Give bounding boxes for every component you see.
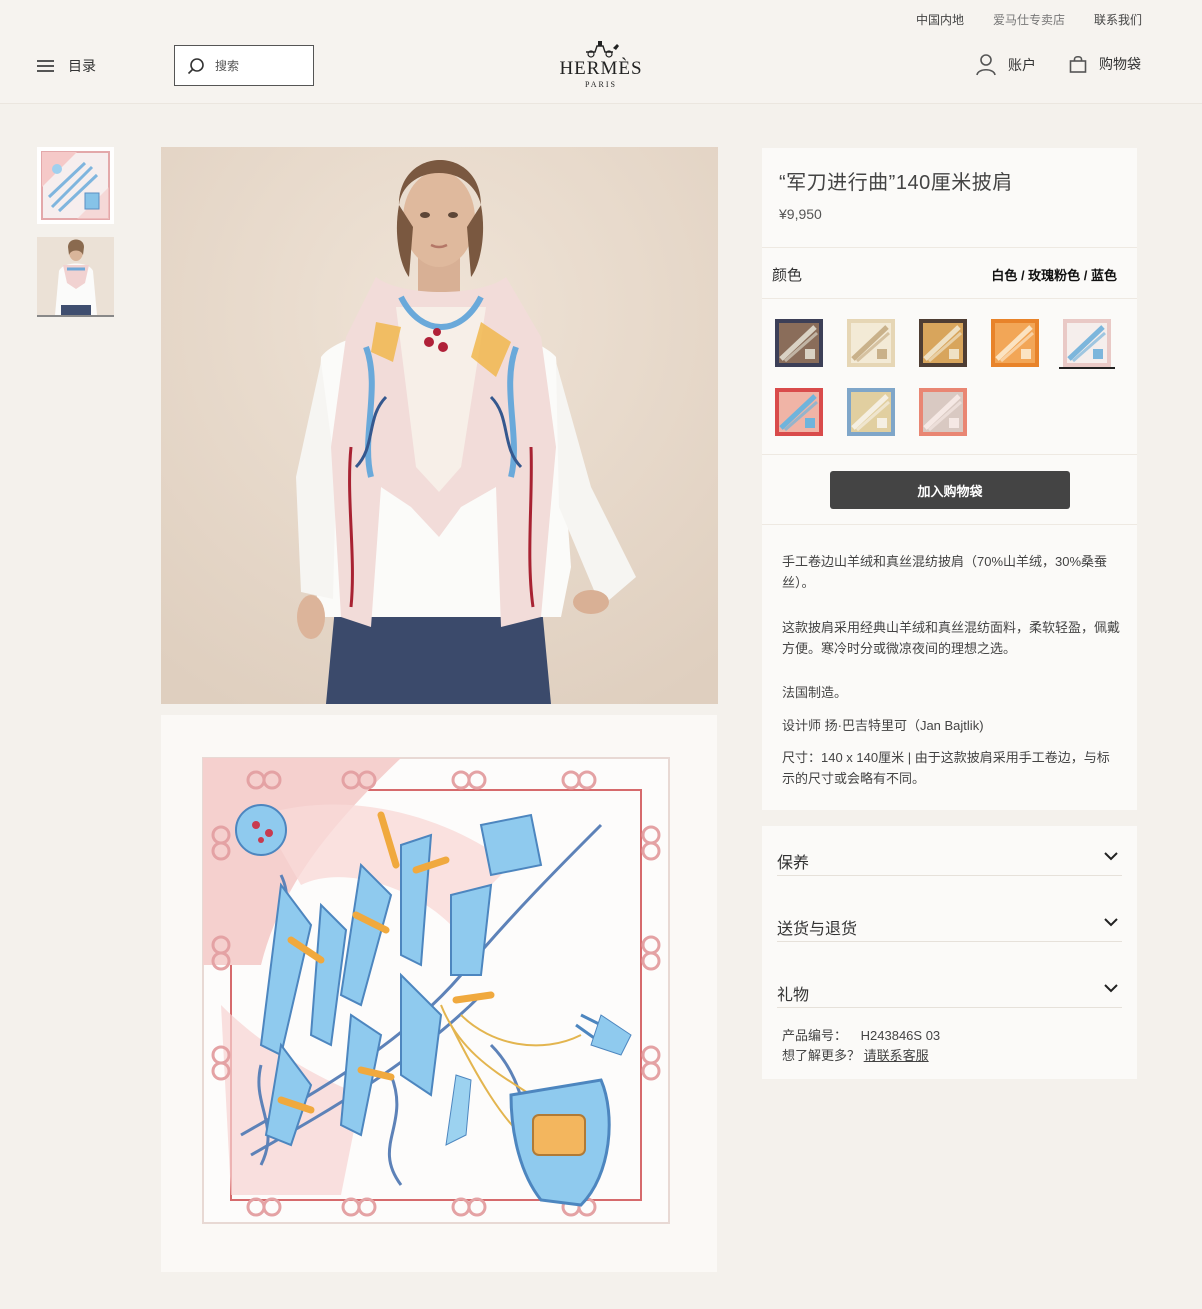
selected-swatch-indicator	[1059, 367, 1115, 369]
thumbnail-scarf[interactable]	[37, 147, 114, 224]
accordion-shipping[interactable]: 送货与退货	[777, 915, 857, 939]
user-icon	[976, 54, 996, 76]
thumbnail-model[interactable]	[37, 237, 114, 317]
sku-label: 产品编号：	[782, 1028, 848, 1043]
description-details: 这款披肩采用经典山羊绒和真丝混纺面料，柔软轻盈，佩戴方便。寒冷时分或微凉夜间的理…	[782, 620, 1121, 656]
more-info-label: 想了解更多？	[782, 1048, 861, 1063]
model-thumbnail-image	[37, 237, 114, 315]
product-info-panel: “军刀进行曲”140厘米披肩 ¥9,950 颜色 白色 / 玫瑰粉色 / 蓝色 …	[762, 148, 1137, 810]
description-composition: 手工卷边山羊绒和真丝混纺披肩（70%山羊绒，30%桑蚕丝）。	[782, 554, 1108, 590]
description-origin: 法国制造。	[782, 685, 848, 700]
search-input[interactable]	[215, 58, 295, 73]
selected-color-name: 白色 / 玫瑰粉色 / 蓝色	[991, 268, 1117, 283]
shopping-bag-button[interactable]: 购物袋	[1069, 54, 1141, 74]
search-icon	[187, 57, 204, 74]
color-swatch-blue-gold[interactable]	[847, 388, 895, 436]
product-price: ¥9,950	[779, 206, 822, 222]
chevron-down-icon[interactable]	[1104, 984, 1118, 993]
divider	[762, 454, 1137, 455]
carriage-logo-icon	[586, 41, 619, 58]
account-button[interactable]: 账户	[976, 54, 1036, 76]
scarf-photo	[161, 715, 717, 1272]
divider	[762, 298, 1137, 299]
logo-wordmark: HERMÈS	[559, 58, 643, 79]
scarf-thumbnail-image	[37, 147, 114, 224]
chevron-down-icon[interactable]	[1104, 918, 1118, 927]
accordion-care[interactable]: 保养	[777, 849, 809, 873]
divider	[777, 941, 1122, 942]
add-to-bag-button[interactable]: 加入购物袋	[830, 471, 1070, 509]
contact-service-link[interactable]: 请联系客服	[864, 1048, 929, 1063]
hermes-logo[interactable]: HERMÈS PARIS	[555, 38, 647, 92]
site-header: 中国内地 爱马仕专卖店 联系我们 目录 HERMÈS PARIS 账户	[0, 0, 1202, 104]
description-size: 尺寸：140 x 140厘米 | 由于这款披肩采用手工卷边，与标示的尺寸或会略有…	[782, 750, 1110, 786]
color-swatch-coral-grey[interactable]	[919, 388, 967, 436]
product-image-scarf[interactable]	[161, 715, 717, 1272]
product-image-model[interactable]	[161, 147, 718, 704]
region-link[interactable]: 中国内地	[916, 11, 964, 28]
accordion-gift[interactable]: 礼物	[777, 981, 809, 1005]
divider	[777, 1007, 1122, 1008]
utility-links: 中国内地 爱马仕专卖店 联系我们	[916, 11, 1142, 28]
help-line: 想了解更多？ 请联系客服	[782, 1045, 929, 1064]
shopping-bag-icon	[1069, 55, 1087, 73]
divider	[777, 875, 1122, 876]
search-box[interactable]	[174, 45, 314, 86]
color-label: 颜色	[772, 267, 803, 284]
color-swatch-navy-brown[interactable]	[775, 319, 823, 367]
hamburger-icon	[37, 59, 54, 73]
color-swatch-white-pink-blue[interactable]	[1063, 319, 1111, 367]
color-swatch-brown-gold[interactable]	[919, 319, 967, 367]
menu-label: 目录	[68, 58, 96, 74]
color-swatch-red-blue[interactable]	[775, 388, 823, 436]
divider	[762, 247, 1137, 248]
contact-link[interactable]: 联系我们	[1094, 11, 1142, 28]
product-title: “军刀进行曲”140厘米披肩	[779, 172, 1013, 194]
color-swatch-orange[interactable]	[991, 319, 1039, 367]
stores-link[interactable]: 爱马仕专卖店	[993, 11, 1065, 28]
model-photo	[161, 147, 718, 704]
menu-button[interactable]: 目录	[37, 56, 96, 76]
product-accordion-panel: 保养 送货与退货 礼物 产品编号： H243846S 03 想了解更多？ 请联系…	[762, 826, 1137, 1079]
bag-label: 购物袋	[1099, 56, 1141, 72]
color-swatch-beige-cream[interactable]	[847, 319, 895, 367]
chevron-down-icon[interactable]	[1104, 852, 1118, 861]
description-designer: 设计师 扬·巴吉特里可（Jan Bajtlik)	[782, 718, 984, 733]
divider	[762, 524, 1137, 525]
logo-subtext: PARIS	[585, 80, 617, 89]
product-sku: 产品编号： H243846S 03	[782, 1025, 940, 1044]
account-label: 账户	[1008, 57, 1036, 73]
sku-value: H243846S 03	[860, 1028, 941, 1043]
